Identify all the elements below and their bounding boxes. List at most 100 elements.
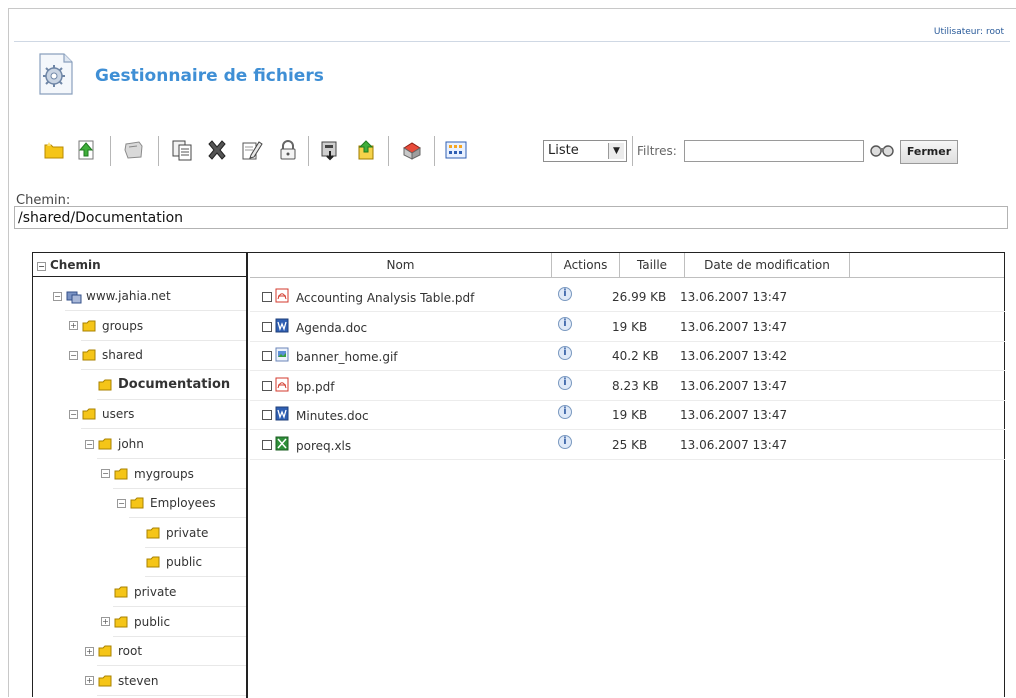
tree-item-label: john — [118, 437, 144, 451]
folder-icon — [82, 408, 97, 420]
row-checkbox[interactable] — [262, 440, 272, 450]
info-icon[interactable]: i — [558, 435, 572, 449]
file-row[interactable]: Minutes.doc i 19 KB 13.06.2007 13:47 — [250, 400, 1005, 431]
folder-icon — [98, 379, 113, 391]
info-icon[interactable]: i — [558, 316, 572, 331]
info-icon[interactable]: i — [558, 405, 572, 420]
header-divider — [14, 41, 1010, 42]
close-button[interactable]: Fermer — [900, 140, 958, 164]
lock-icon[interactable] — [276, 138, 300, 162]
tree-item-label: Employees — [150, 496, 216, 511]
tree-item[interactable]: + groups — [33, 311, 246, 341]
expand-icon[interactable]: + — [85, 676, 94, 686]
tree-item[interactable]: + public — [33, 607, 246, 637]
file-row[interactable]: bp.pdf i 8.23 KB 13.06.2007 13:47 — [250, 371, 1005, 401]
row-checkbox[interactable] — [262, 292, 272, 302]
file-row[interactable]: banner_home.gif i 40.2 KB 13.06.2007 13:42 — [250, 341, 1005, 372]
collapse-icon[interactable]: − — [117, 498, 126, 508]
file-row[interactable]: Accounting Analysis Table.pdf i 26.99 KB 13… — [250, 282, 1005, 312]
tree-item[interactable]: − john — [33, 429, 246, 459]
chevron-down-icon[interactable]: ▼ — [608, 143, 624, 159]
tree-item[interactable]: + steven — [33, 666, 246, 696]
tree-item[interactable]: Documentation — [33, 370, 246, 400]
info-icon[interactable]: i — [558, 375, 572, 390]
rename-icon[interactable] — [240, 138, 264, 162]
expand-icon[interactable]: + — [85, 646, 94, 656]
row-checkbox[interactable] — [262, 380, 272, 391]
tree-item[interactable]: private — [33, 577, 246, 607]
user-indicator: Utilisateur: root — [933, 27, 1004, 37]
file-manager-logo-icon — [39, 53, 73, 95]
file-name[interactable]: poreq.xls — [296, 439, 351, 453]
file-date: 13.06.2007 13:47 — [680, 319, 788, 334]
expand-icon[interactable]: + — [101, 617, 110, 627]
file-size: 26.99 KB — [612, 290, 667, 304]
file-date: 13.06.2007 13:47 — [680, 290, 788, 304]
folder-icon — [130, 497, 145, 509]
xls-file-icon — [275, 436, 289, 451]
collapse-icon[interactable]: − — [37, 262, 46, 271]
file-name[interactable]: Accounting Analysis Table.pdf — [296, 291, 474, 305]
pdf-file-icon — [275, 377, 289, 392]
site-icon — [66, 290, 82, 304]
doc-file-icon — [275, 406, 289, 421]
tree-header-label: Chemin — [50, 258, 101, 272]
collapse-icon[interactable]: − — [69, 350, 78, 360]
row-checkbox[interactable] — [262, 410, 272, 421]
tree-item-label: shared — [102, 348, 143, 363]
folder-icon — [82, 320, 97, 332]
filter-input[interactable] — [684, 140, 864, 162]
unzip-icon[interactable] — [354, 138, 378, 162]
file-name[interactable]: Agenda.doc — [296, 321, 367, 335]
path-input[interactable]: /shared/Documentation — [14, 206, 1008, 229]
tree-item[interactable]: private — [33, 518, 246, 548]
search-binoculars-icon[interactable] — [870, 142, 894, 158]
row-checkbox[interactable] — [262, 351, 272, 362]
folder-icon — [146, 556, 161, 568]
view-icon[interactable] — [444, 138, 468, 162]
column-header-date[interactable]: Date de modification — [685, 253, 850, 277]
tree-item[interactable]: − shared — [33, 340, 246, 371]
collapse-icon[interactable]: − — [101, 469, 110, 479]
row-divider — [250, 459, 1005, 460]
file-row[interactable]: Agenda.doc i 19 KB 13.06.2007 13:47 — [250, 312, 1005, 342]
file-name[interactable]: bp.pdf — [296, 380, 335, 394]
mount-icon[interactable] — [122, 138, 146, 162]
copy-icon[interactable] — [170, 138, 194, 162]
row-checkbox[interactable] — [262, 321, 272, 332]
folder-icon — [98, 675, 113, 687]
info-icon[interactable]: i — [558, 346, 572, 361]
file-size: 25 KB — [612, 438, 648, 452]
new-folder-icon[interactable] — [42, 138, 66, 162]
tree-item[interactable]: − mygroups — [33, 459, 246, 489]
info-icon[interactable]: i — [558, 287, 572, 301]
delete-icon[interactable] — [205, 138, 229, 162]
tree-item[interactable]: − Employees — [33, 488, 246, 519]
tree-header: − Chemin — [33, 253, 246, 277]
tree-item[interactable]: − users — [33, 399, 246, 430]
folder-icon — [114, 468, 129, 480]
file-name[interactable]: banner_home.gif — [296, 350, 398, 364]
tree-item[interactable]: public — [33, 547, 246, 578]
expand-icon[interactable]: + — [69, 321, 78, 331]
file-name[interactable]: Minutes.doc — [296, 409, 369, 423]
view-mode-select[interactable]: Liste ▼ — [543, 140, 627, 162]
file-size: 19 KB — [612, 319, 648, 334]
tree-item[interactable]: − www.jahia.net — [33, 281, 246, 311]
collapse-icon[interactable]: − — [85, 439, 94, 449]
row-divider — [97, 694, 246, 696]
column-header-name[interactable]: Nom — [250, 253, 552, 277]
upload-icon[interactable] — [74, 138, 98, 162]
zip-icon[interactable] — [400, 138, 424, 162]
column-header-actions[interactable]: Actions — [552, 253, 620, 277]
tree-item[interactable]: + root — [33, 636, 246, 667]
file-size: 40.2 KB — [612, 349, 659, 364]
file-row[interactable]: poreq.xls i 25 KB 13.06.2007 13:47 — [250, 430, 1005, 460]
collapse-icon[interactable]: − — [53, 291, 62, 301]
download-icon[interactable] — [318, 138, 342, 162]
file-date: 13.06.2007 13:42 — [680, 349, 788, 364]
file-date: 13.06.2007 13:47 — [680, 438, 788, 452]
column-header-size[interactable]: Taille — [620, 253, 685, 277]
collapse-icon[interactable]: − — [69, 409, 78, 419]
file-grid: Nom Actions Taille Date de modification … — [250, 253, 1005, 698]
